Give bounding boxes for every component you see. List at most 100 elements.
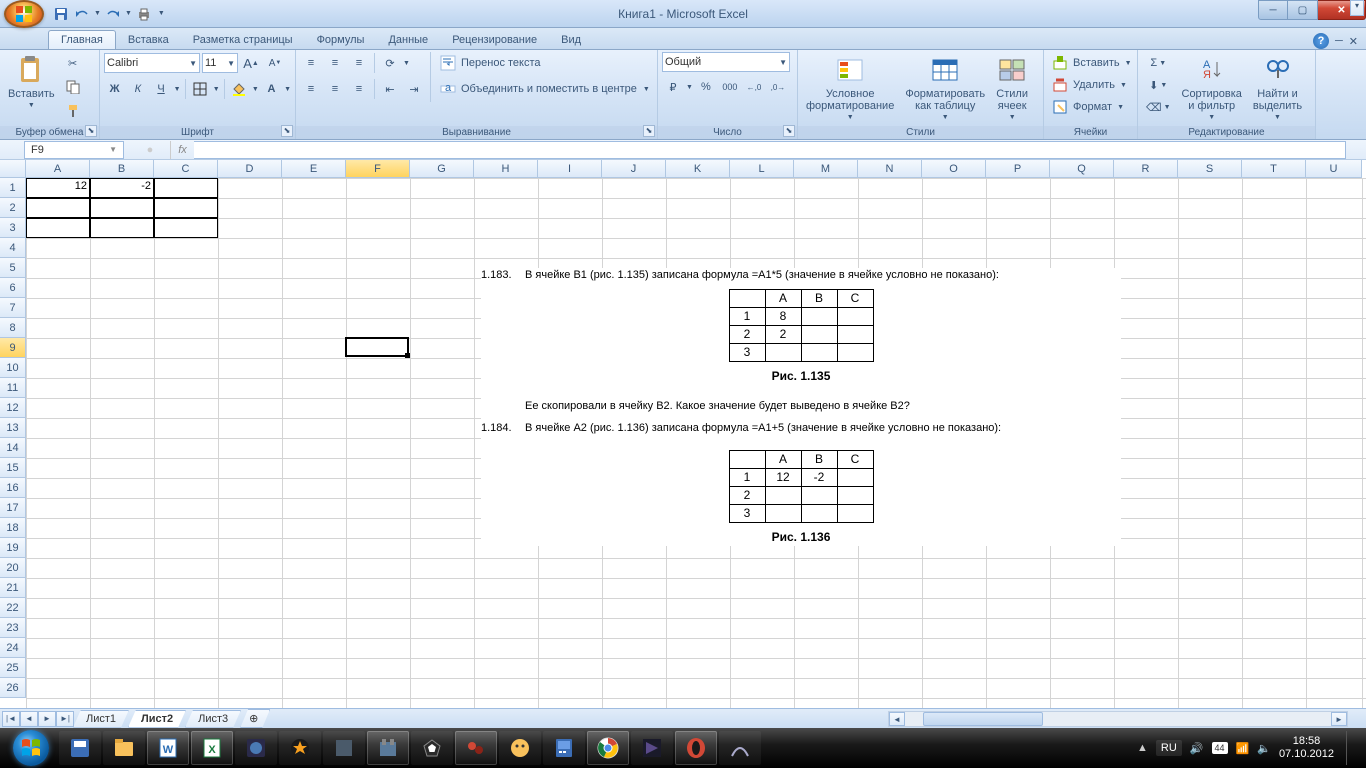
row-header[interactable]: 1 [0, 178, 26, 198]
select-all-corner[interactable] [0, 160, 26, 178]
format-painter-icon[interactable] [62, 100, 84, 122]
sort-filter-button[interactable]: AЯСортировка и фильтр▼ [1178, 52, 1246, 124]
column-header[interactable]: R [1114, 160, 1178, 178]
comma-format-icon[interactable]: 000 [719, 76, 741, 98]
accounting-format-icon[interactable]: ₽ [662, 76, 684, 98]
taskbar-app-2[interactable] [103, 731, 145, 765]
increase-indent-icon[interactable]: ⇥ [403, 78, 425, 100]
maximize-button[interactable]: ▢ [1288, 0, 1318, 20]
align-middle-icon[interactable]: ≡ [324, 52, 346, 74]
conditional-formatting-button[interactable]: Условное форматирование▼ [802, 52, 898, 124]
row-header[interactable]: 16 [0, 478, 26, 498]
tray-arrow-icon[interactable]: ▲ [1137, 742, 1148, 754]
tab-pagelayout[interactable]: Разметка страницы [181, 31, 305, 49]
row-header[interactable]: 18 [0, 518, 26, 538]
percent-format-icon[interactable]: % [695, 76, 717, 98]
tab-review[interactable]: Рецензирование [440, 31, 549, 49]
column-header[interactable]: C [154, 160, 218, 178]
horizontal-scrollbar[interactable]: ◄► [888, 711, 1348, 727]
column-header[interactable]: M [794, 160, 858, 178]
autosum-icon[interactable]: Σ▼ [1142, 52, 1175, 74]
column-header[interactable]: J [602, 160, 666, 178]
undo-icon[interactable] [73, 5, 91, 23]
column-header[interactable]: N [858, 160, 922, 178]
row-header[interactable]: 4 [0, 238, 26, 258]
cell-value[interactable]: -2 [90, 178, 154, 194]
tray-network-icon[interactable]: 📶 [1236, 742, 1250, 755]
save-icon[interactable] [52, 5, 70, 23]
row-header[interactable]: 19 [0, 538, 26, 558]
paste-button[interactable]: Вставить▼ [4, 52, 59, 112]
show-desktop-button[interactable] [1346, 731, 1354, 765]
formula-bar-expand-icon[interactable]: ▾ [1350, 0, 1364, 16]
language-indicator[interactable]: RU [1156, 740, 1182, 756]
decrease-decimal-icon[interactable]: ,0→ [767, 76, 789, 98]
column-header[interactable]: H [474, 160, 538, 178]
row-header[interactable]: 12 [0, 398, 26, 418]
taskbar-excel-icon[interactable]: X [191, 731, 233, 765]
cell-styles-button[interactable]: Стили ячеек▼ [992, 52, 1032, 124]
column-header[interactable]: P [986, 160, 1050, 178]
tab-insert[interactable]: Вставка [116, 31, 181, 49]
column-header[interactable]: A [26, 160, 90, 178]
taskbar-opera-icon[interactable] [675, 731, 717, 765]
tray-flag-icon[interactable]: 🔊 [1190, 742, 1204, 755]
orientation-icon[interactable]: ⟳ [379, 52, 401, 74]
name-box[interactable]: F9▼ [24, 141, 124, 159]
office-button[interactable] [4, 0, 44, 28]
format-cells-button[interactable]: Формат▼ [1048, 96, 1134, 118]
taskbar-app-16[interactable] [719, 731, 761, 765]
row-header[interactable]: 24 [0, 638, 26, 658]
fill-icon[interactable]: ⬇▼ [1142, 74, 1175, 96]
font-dialog-launcher[interactable]: ⬊ [281, 125, 293, 137]
column-header[interactable]: S [1178, 160, 1242, 178]
tray-volume-icon[interactable]: 🔈 [1257, 742, 1271, 755]
row-header[interactable]: 6 [0, 278, 26, 298]
embedded-picture[interactable]: 1.183.В ячейке B1 (рис. 1.135) записана … [481, 268, 1121, 546]
format-as-table-button[interactable]: Форматировать как таблицу▼ [901, 52, 989, 124]
number-format-combo[interactable]: Общий▼ [662, 52, 790, 72]
column-header[interactable]: B [90, 160, 154, 178]
print-icon[interactable] [135, 5, 153, 23]
taskbar-app-7[interactable] [323, 731, 365, 765]
bold-icon[interactable]: Ж [104, 78, 125, 100]
column-header[interactable]: I [538, 160, 602, 178]
row-header[interactable]: 2 [0, 198, 26, 218]
font-color-icon[interactable]: A [261, 78, 282, 100]
redo-icon[interactable] [104, 5, 122, 23]
taskbar-app-10[interactable] [455, 731, 497, 765]
column-header[interactable]: O [922, 160, 986, 178]
taskbar-app-9[interactable] [411, 731, 453, 765]
taskbar-app-12[interactable] [543, 731, 585, 765]
sheet-nav-next-icon[interactable]: ► [38, 711, 56, 727]
row-header[interactable]: 21 [0, 578, 26, 598]
start-button[interactable] [4, 728, 58, 768]
tab-formulas[interactable]: Формулы [305, 31, 377, 49]
copy-icon[interactable] [62, 76, 84, 98]
delete-cells-button[interactable]: Удалить▼ [1048, 74, 1134, 96]
column-header[interactable]: L [730, 160, 794, 178]
underline-icon[interactable]: Ч [150, 78, 171, 100]
row-header[interactable]: 3 [0, 218, 26, 238]
clipboard-dialog-launcher[interactable]: ⬊ [85, 125, 97, 137]
row-header[interactable]: 20 [0, 558, 26, 578]
taskbar-app-8[interactable] [367, 731, 409, 765]
align-right-icon[interactable]: ≡ [348, 78, 370, 100]
insert-cells-button[interactable]: Вставить▼ [1048, 52, 1134, 74]
taskbar-app-14[interactable] [631, 731, 673, 765]
sheet-tab-3[interactable]: Лист3 [185, 710, 241, 728]
tab-view[interactable]: Вид [549, 31, 593, 49]
row-header[interactable]: 8 [0, 318, 26, 338]
column-header[interactable]: F [346, 160, 410, 178]
align-left-icon[interactable]: ≡ [300, 78, 322, 100]
wrap-text-button[interactable]: Перенос текста [436, 52, 652, 74]
number-dialog-launcher[interactable]: ⬊ [783, 125, 795, 137]
borders-icon[interactable] [190, 78, 211, 100]
row-header[interactable]: 17 [0, 498, 26, 518]
tray-clock[interactable]: 18:5807.10.2012 [1279, 735, 1334, 761]
align-top-icon[interactable]: ≡ [300, 52, 322, 74]
increase-decimal-icon[interactable]: ←,0 [743, 76, 765, 98]
row-header[interactable]: 14 [0, 438, 26, 458]
help-icon[interactable]: ? [1313, 33, 1329, 49]
find-select-button[interactable]: Найти и выделить▼ [1249, 52, 1306, 124]
